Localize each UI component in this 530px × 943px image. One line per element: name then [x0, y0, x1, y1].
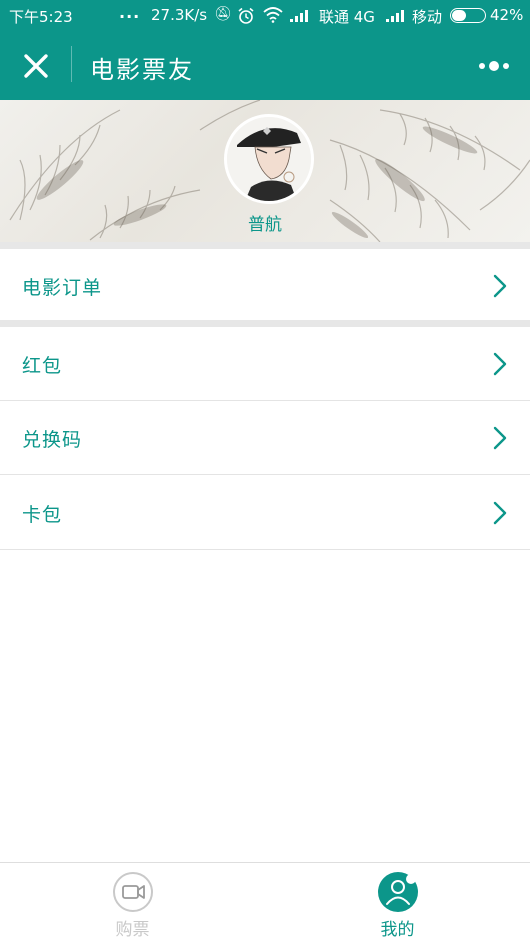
- chevron-right-icon: [493, 352, 507, 376]
- status-carrier-2: 移动: [412, 8, 443, 26]
- mute-bell-icon: 🔕︎: [214, 6, 236, 22]
- tab-mine[interactable]: 我的: [265, 863, 530, 943]
- section-divider: [0, 242, 530, 249]
- status-carrier-1: 联通 4G: [319, 8, 375, 26]
- chevron-right-icon: [493, 426, 507, 450]
- close-icon: [24, 54, 48, 78]
- status-icons: 🔕︎: [214, 6, 236, 22]
- tab-buy-tickets[interactable]: 购票: [0, 863, 265, 943]
- page-title: 电影票友: [90, 56, 194, 84]
- menu-item-label: 电影订单: [22, 277, 103, 299]
- user-profile-icon: [378, 872, 418, 912]
- chevron-right-icon: [493, 501, 507, 525]
- menu-item-redeem-code[interactable]: 兑换码: [0, 401, 530, 475]
- battery-fill: [452, 10, 466, 21]
- video-camera-icon: [113, 872, 153, 912]
- status-more-dots: ...: [119, 3, 141, 22]
- menu-item-label: 红包: [22, 355, 63, 377]
- status-net-speed: 27.3K/s: [151, 6, 208, 24]
- section-divider: [0, 320, 530, 327]
- chevron-right-icon: [493, 274, 507, 298]
- status-battery-pct: 42%: [490, 6, 524, 24]
- menu-item-label: 卡包: [22, 504, 63, 526]
- username[interactable]: 普航: [0, 210, 530, 235]
- avatar[interactable]: [224, 114, 314, 204]
- more-button[interactable]: [476, 56, 512, 76]
- menu-item-red-packet[interactable]: 红包: [0, 327, 530, 401]
- avatar-image: [227, 117, 311, 201]
- alarm-icon: [238, 7, 254, 24]
- app-header: 下午5:23 ... 27.3K/s 🔕︎ 联通 4G 移动 42% 电影票友: [0, 0, 530, 100]
- status-bar: 下午5:23 ... 27.3K/s 🔕︎ 联通 4G 移动 42%: [0, 0, 530, 32]
- signal-icon: [386, 10, 404, 22]
- signal-icon: [290, 10, 308, 22]
- status-time: 下午5:23: [9, 8, 73, 26]
- battery-icon: [450, 8, 486, 23]
- bottom-tab-bar: 购票 我的: [0, 862, 530, 943]
- profile-banner: 普航: [0, 100, 530, 242]
- close-button[interactable]: [18, 48, 54, 84]
- menu-item-label: 兑换码: [22, 429, 83, 451]
- navbar: 电影票友: [0, 32, 530, 100]
- more-dots-icon: [479, 61, 509, 71]
- tab-label: 购票: [115, 920, 150, 940]
- nav-divider: [71, 46, 72, 82]
- wifi-icon: [263, 7, 283, 23]
- tab-label: 我的: [380, 920, 415, 940]
- menu-item-card-wallet[interactable]: 卡包: [0, 476, 530, 550]
- menu-item-movie-orders[interactable]: 电影订单: [0, 249, 530, 320]
